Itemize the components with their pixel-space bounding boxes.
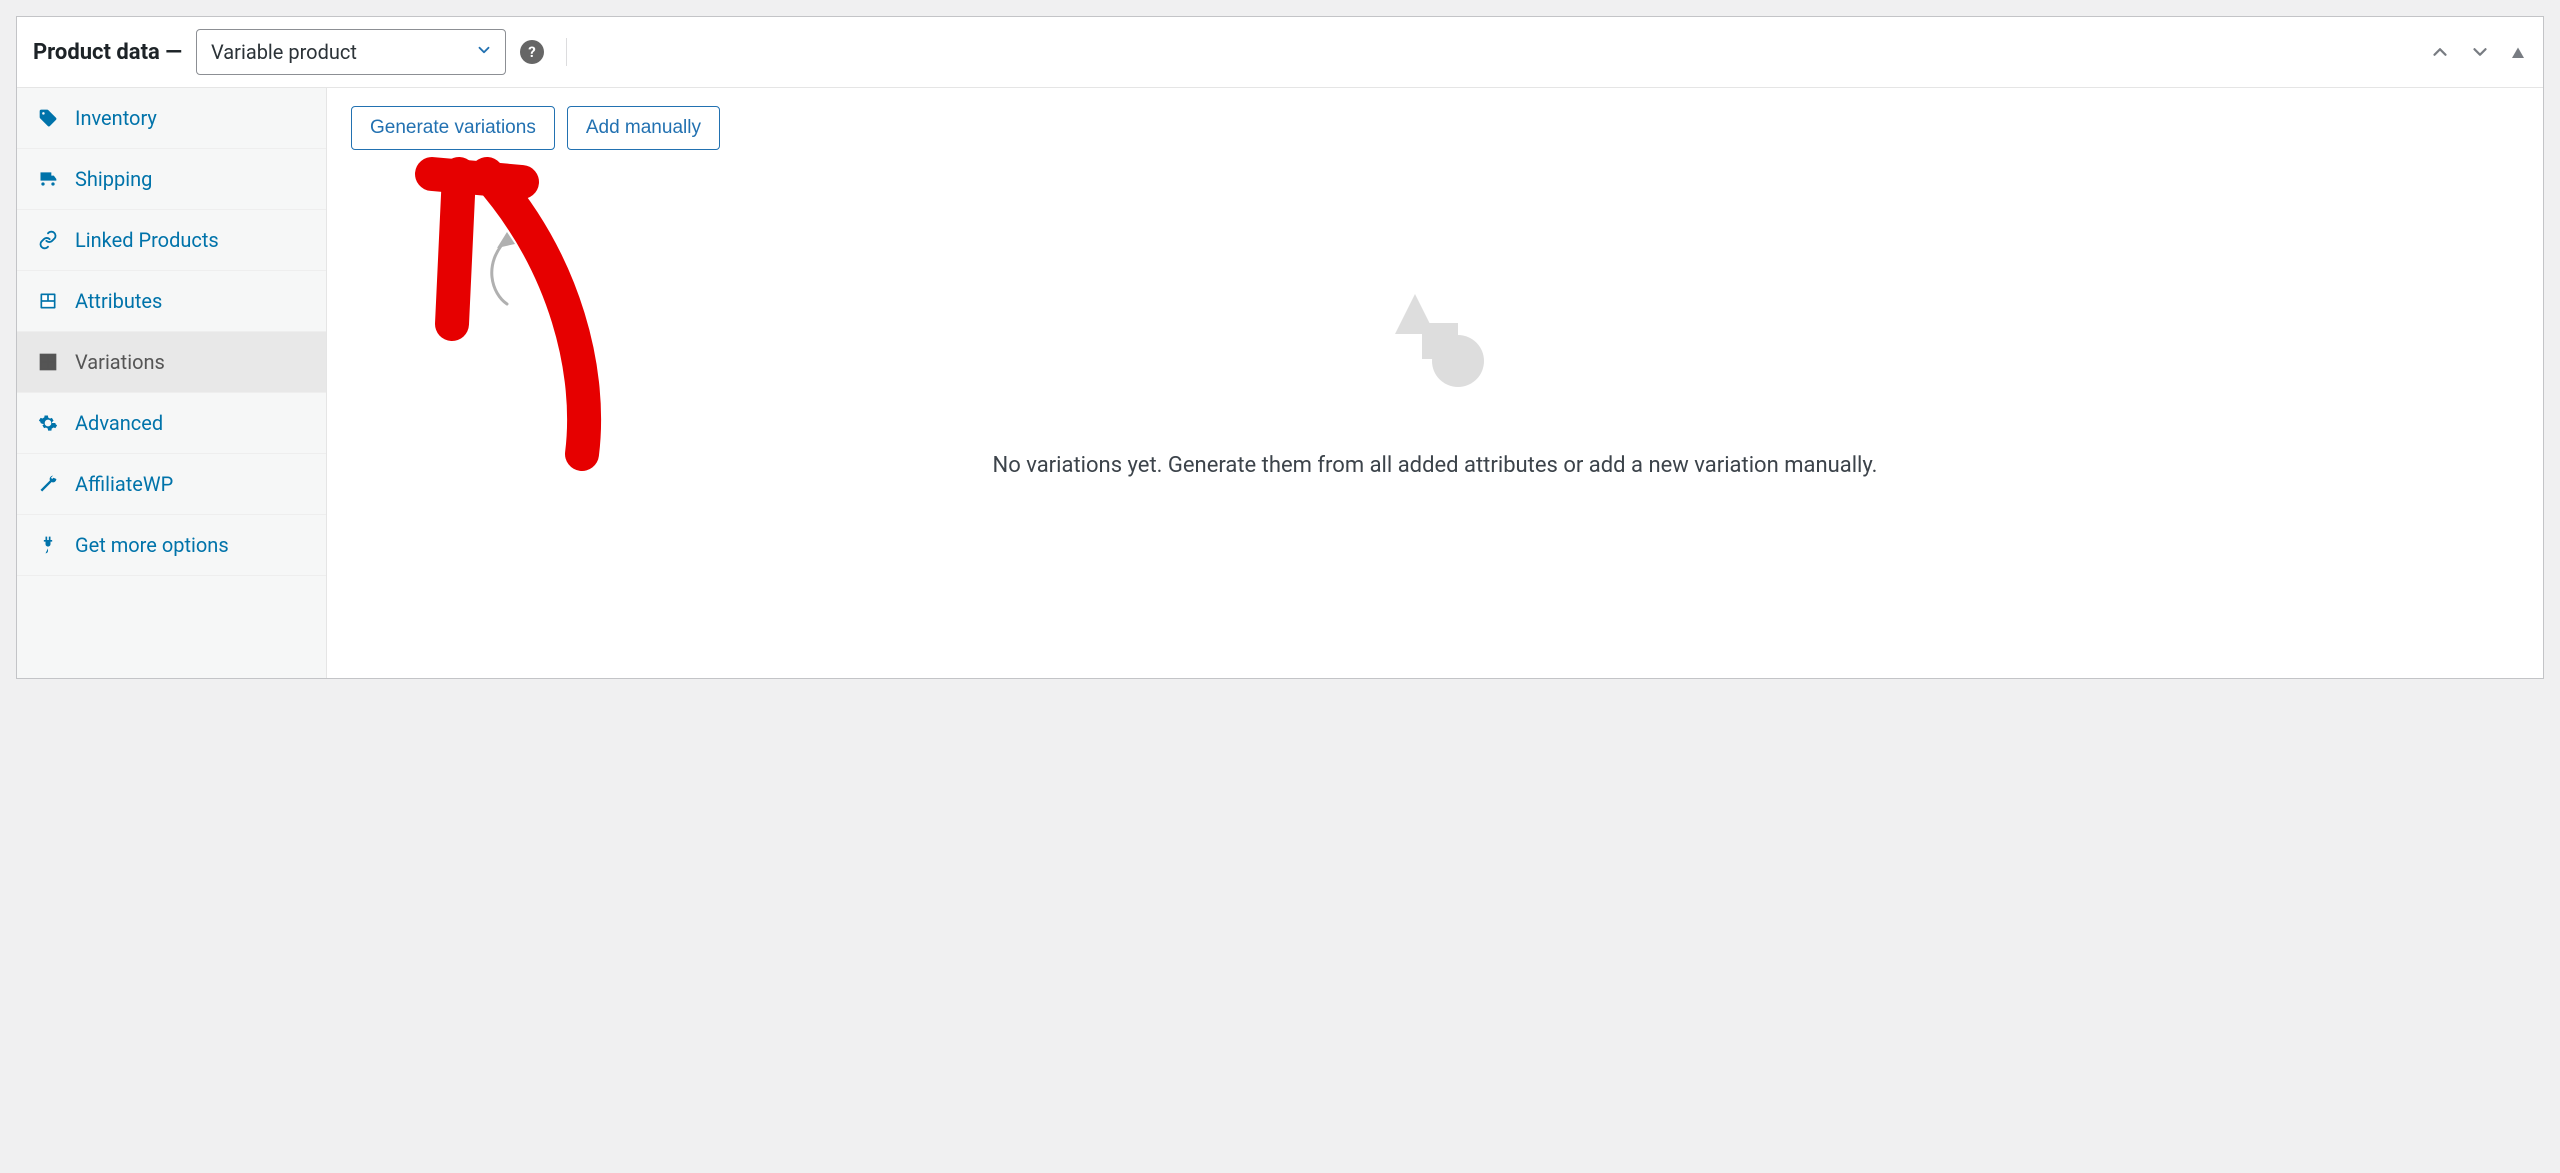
move-down-icon[interactable] (2469, 41, 2491, 63)
help-icon[interactable]: ? (520, 40, 544, 64)
move-up-icon[interactable] (2429, 41, 2451, 63)
tag-icon (37, 107, 59, 129)
empty-state-shapes-icon (1380, 289, 1490, 393)
truck-icon (37, 168, 59, 190)
product-data-panel: Product data — Variable product ? (16, 16, 2544, 679)
sidebar-item-attributes[interactable]: Attributes (17, 271, 326, 332)
header-divider (566, 38, 567, 66)
collapse-icon[interactable] (2509, 43, 2527, 61)
sidebar-label: Attributes (75, 289, 162, 313)
wrench-icon (37, 473, 59, 495)
empty-state: No variations yet. Generate them from al… (351, 150, 2519, 660)
sidebar-item-get-more-options[interactable]: Get more options (17, 515, 326, 576)
sidebar-item-advanced[interactable]: Advanced (17, 393, 326, 454)
product-type-value: Variable product (211, 40, 357, 64)
grid-icon (37, 351, 59, 373)
sidebar-label: AffiliateWP (75, 472, 173, 496)
sidebar-item-inventory[interactable]: Inventory (17, 88, 326, 149)
chevron-down-icon (475, 40, 493, 64)
panel-header-controls (2429, 41, 2527, 63)
sidebar-item-shipping[interactable]: Shipping (17, 149, 326, 210)
sidebar-item-affiliatewp[interactable]: AffiliateWP (17, 454, 326, 515)
gear-icon (37, 412, 59, 434)
panel-header: Product data — Variable product ? (17, 17, 2543, 88)
sidebar-label: Inventory (75, 106, 157, 130)
sidebar-label: Get more options (75, 533, 229, 557)
sidebar-label: Variations (75, 350, 165, 374)
sidebar: Inventory Shipping Linked Products Attri… (17, 88, 327, 678)
panel-body: Inventory Shipping Linked Products Attri… (17, 88, 2543, 678)
sidebar-label: Linked Products (75, 228, 219, 252)
panel-title: Product data — (33, 40, 182, 65)
empty-state-message: No variations yet. Generate them from al… (993, 449, 1878, 482)
sidebar-item-linked-products[interactable]: Linked Products (17, 210, 326, 271)
add-manually-button[interactable]: Add manually (567, 106, 720, 150)
sidebar-item-variations[interactable]: Variations (17, 332, 326, 393)
product-type-select[interactable]: Variable product (196, 29, 506, 75)
generate-variations-button[interactable]: Generate variations (351, 106, 555, 150)
action-row: Generate variations Add manually (351, 106, 2519, 150)
layout-icon (37, 290, 59, 312)
variations-content: Generate variations Add manually No vari… (327, 88, 2543, 678)
sidebar-label: Advanced (75, 411, 163, 435)
plug-icon (37, 534, 59, 556)
sidebar-label: Shipping (75, 167, 152, 191)
link-icon (37, 229, 59, 251)
